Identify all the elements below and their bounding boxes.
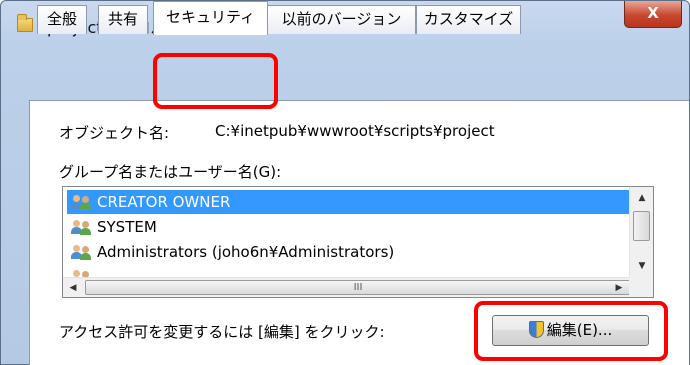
uac-shield-icon: [528, 321, 544, 338]
users-icon: [71, 244, 93, 260]
tab-security[interactable]: セキュリティ: [153, 1, 268, 35]
list-item-label: SYSTEM: [97, 218, 157, 236]
vertical-scroll-thumb[interactable]: [633, 211, 650, 241]
scroll-right-icon[interactable]: ▶: [609, 278, 629, 297]
users-icon: [71, 269, 93, 277]
close-button[interactable]: X: [624, 1, 682, 28]
properties-window: projectのプロパティ X 全般 共有 セキュリティ 以前のバージョン カス…: [0, 0, 690, 365]
tab-sharing[interactable]: 共有: [98, 5, 148, 34]
scroll-left-icon[interactable]: ◀: [63, 278, 83, 297]
change-permissions-hint: アクセス許可を変更するには [編集] をクリック:: [59, 323, 385, 341]
scroll-up-icon[interactable]: ▲: [630, 187, 653, 209]
horizontal-scrollbar[interactable]: ◀ III ▶: [63, 277, 631, 297]
edit-button-label: 編集(E)...: [546, 321, 613, 339]
users-icon: [71, 194, 93, 210]
groups-label: グループ名またはユーザー名(G):: [59, 163, 282, 181]
users-icon: [71, 219, 93, 235]
edit-button[interactable]: 編集(E)...: [492, 315, 649, 346]
scroll-down-icon[interactable]: ▼: [630, 255, 653, 277]
tab-customize[interactable]: カスタマイズ: [416, 5, 521, 34]
scrollbar-corner: [629, 277, 653, 297]
users-listbox[interactable]: CREATOR OWNER SYSTEM Administrators (joh…: [62, 186, 654, 298]
list-item-system[interactable]: SYSTEM: [67, 215, 629, 239]
folder-icon: [17, 14, 33, 32]
object-name-label: オブジェクト名:: [59, 124, 170, 142]
object-name-value: C:¥inetpub¥wwwroot¥scripts¥project: [215, 122, 495, 140]
list-item-partial[interactable]: [67, 265, 629, 277]
list-item-creator-owner[interactable]: CREATOR OWNER: [67, 190, 629, 214]
tab-general[interactable]: 全般: [37, 5, 87, 34]
list-item-administrators[interactable]: Administrators (joho6n¥Administrators): [67, 240, 629, 264]
list-item-label: Administrators (joho6n¥Administrators): [97, 243, 395, 261]
tab-previous-versions[interactable]: 以前のバージョン: [267, 5, 416, 34]
vertical-scrollbar[interactable]: ▲ ▼: [629, 187, 653, 277]
list-item-label: CREATOR OWNER: [97, 193, 231, 211]
horizontal-scroll-thumb[interactable]: III: [85, 280, 631, 295]
